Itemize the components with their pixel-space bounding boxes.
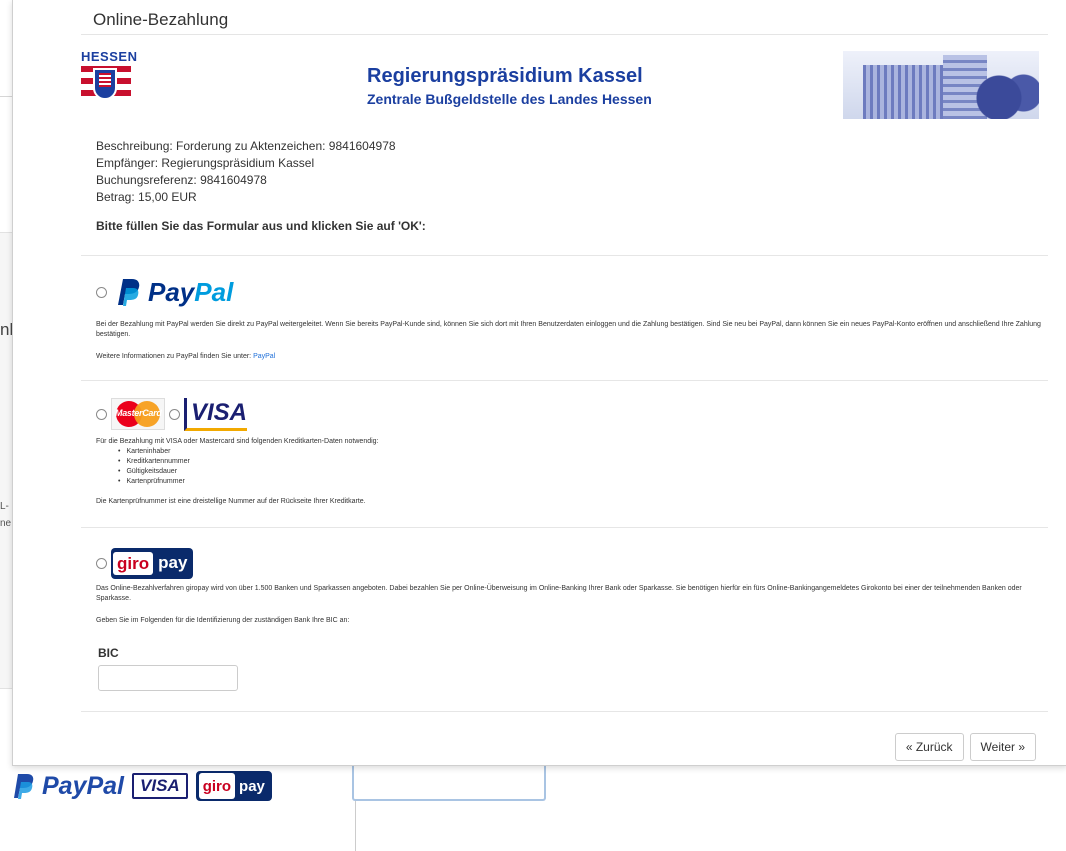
org-subtitle: Zentrale Bußgeldstelle des Landes Hessen xyxy=(367,91,652,107)
card-note: Die Kartenprüfnummer ist eine dreistelli… xyxy=(96,498,366,505)
giropay-logo-pay: pay xyxy=(158,553,188,572)
paypal-more-info: Weitere Informationen zu PayPal finden S… xyxy=(96,352,1048,362)
visa-logo: VISA xyxy=(132,773,188,799)
paypal-link[interactable]: PayPal xyxy=(253,353,275,360)
background-text-fragment: ne xyxy=(0,518,12,529)
list-item: Gültigkeitsdauer xyxy=(118,467,1048,477)
paypal-wordmark: PayPal xyxy=(42,772,124,801)
hessen-logo-text: HESSEN xyxy=(81,49,138,64)
list-item: Kreditkartennummer xyxy=(118,457,1048,467)
paypal-wordmark-pay: Pay xyxy=(148,276,195,307)
paypal-p-icon xyxy=(118,279,140,306)
hessen-coat-of-arms-icon xyxy=(81,66,131,104)
mastercard-logo: MasterCard xyxy=(111,398,165,430)
giropay-logo-pay: pay xyxy=(239,777,265,795)
payment-modal: Online-Bezahlung HESSEN Regierungspräsid… xyxy=(12,0,1066,766)
amount-line: Betrag: 15,00 EUR xyxy=(96,190,197,204)
description-line: Beschreibung: Forderung zu Aktenzeichen:… xyxy=(96,139,396,153)
paypal-logo: PayPal xyxy=(8,772,124,801)
paypal-logo: PayPal xyxy=(112,277,233,308)
bic-input[interactable] xyxy=(98,665,238,691)
giropay-radio[interactable] xyxy=(96,557,107,569)
visa-radio[interactable] xyxy=(169,408,180,420)
list-item: Kartenprüfnummer xyxy=(118,477,1048,487)
card-intro: Für die Bezahlung mit VISA oder Masterca… xyxy=(96,438,379,445)
background-text-fragment: L- xyxy=(0,501,9,512)
bic-label: BIC xyxy=(98,646,119,660)
giropay-description: Das Online-Bezahlverfahren giropay wird … xyxy=(96,585,1022,602)
card-requirements-list: Karteninhaber Kreditkartennummer Gültigk… xyxy=(96,447,1048,487)
visa-logo: VISA xyxy=(184,397,248,431)
reference-line: Buchungsreferenz: 9841604978 xyxy=(96,173,267,187)
mastercard-radio[interactable] xyxy=(96,408,107,420)
giropay-logo: giro pay xyxy=(111,547,194,579)
background-input[interactable] xyxy=(352,763,546,801)
paypal-wordmark: PayPal xyxy=(148,277,233,308)
modal-footer: « Zurück Weiter » xyxy=(894,733,1036,761)
back-button[interactable]: « Zurück xyxy=(894,733,964,761)
paypal-more-info-text: Weitere Informationen zu PayPal finden S… xyxy=(96,353,252,360)
bic-instruction: Geben Sie im Folgenden für die Identifiz… xyxy=(96,617,350,624)
org-header: HESSEN Regierungspräsidium Kassel Zentra… xyxy=(81,35,1048,125)
giropay-logo-giro: giro xyxy=(198,773,236,799)
paypal-description: Bei der Bezahlung mit PayPal werden Sie … xyxy=(96,321,1041,338)
hessen-logo: HESSEN xyxy=(81,49,138,104)
modal-content: HESSEN Regierungspräsidium Kassel Zentra… xyxy=(81,35,1048,712)
paypal-p-icon xyxy=(14,774,34,799)
form-instruction: Bitte füllen Sie das Formular aus und kl… xyxy=(96,219,426,233)
paypal-option: PayPal Bei der Bezahlung mit PayPal werd… xyxy=(81,256,1048,362)
modal-title: Online-Bezahlung xyxy=(93,10,229,29)
org-title: Regierungspräsidium Kassel xyxy=(367,65,643,87)
paypal-wordmark-text: PayPal xyxy=(42,771,125,800)
giropay-logo-giro: giro xyxy=(113,551,154,575)
mastercard-logo-text: MasterCard xyxy=(115,408,162,418)
list-item: Karteninhaber xyxy=(118,447,1048,457)
next-button[interactable]: Weiter » xyxy=(969,733,1036,761)
building-image xyxy=(843,51,1039,119)
credit-card-option: MasterCard VISA Für die Bezahlung mit VI… xyxy=(81,381,1048,507)
recipient-line: Empfänger: Regierungspräsidium Kassel xyxy=(96,156,315,170)
giropay-option: giro pay Das Online-Bezahlverfahren giro… xyxy=(81,528,1048,691)
payment-brand-strip: PayPal VISA giro pay xyxy=(8,770,272,802)
payment-details: Beschreibung: Forderung zu Aktenzeichen:… xyxy=(81,138,1048,206)
giropay-logo: giro pay xyxy=(195,771,272,801)
paypal-wordmark-pal: Pal xyxy=(194,276,234,307)
section-divider xyxy=(81,711,1048,712)
paypal-radio[interactable] xyxy=(96,286,107,298)
